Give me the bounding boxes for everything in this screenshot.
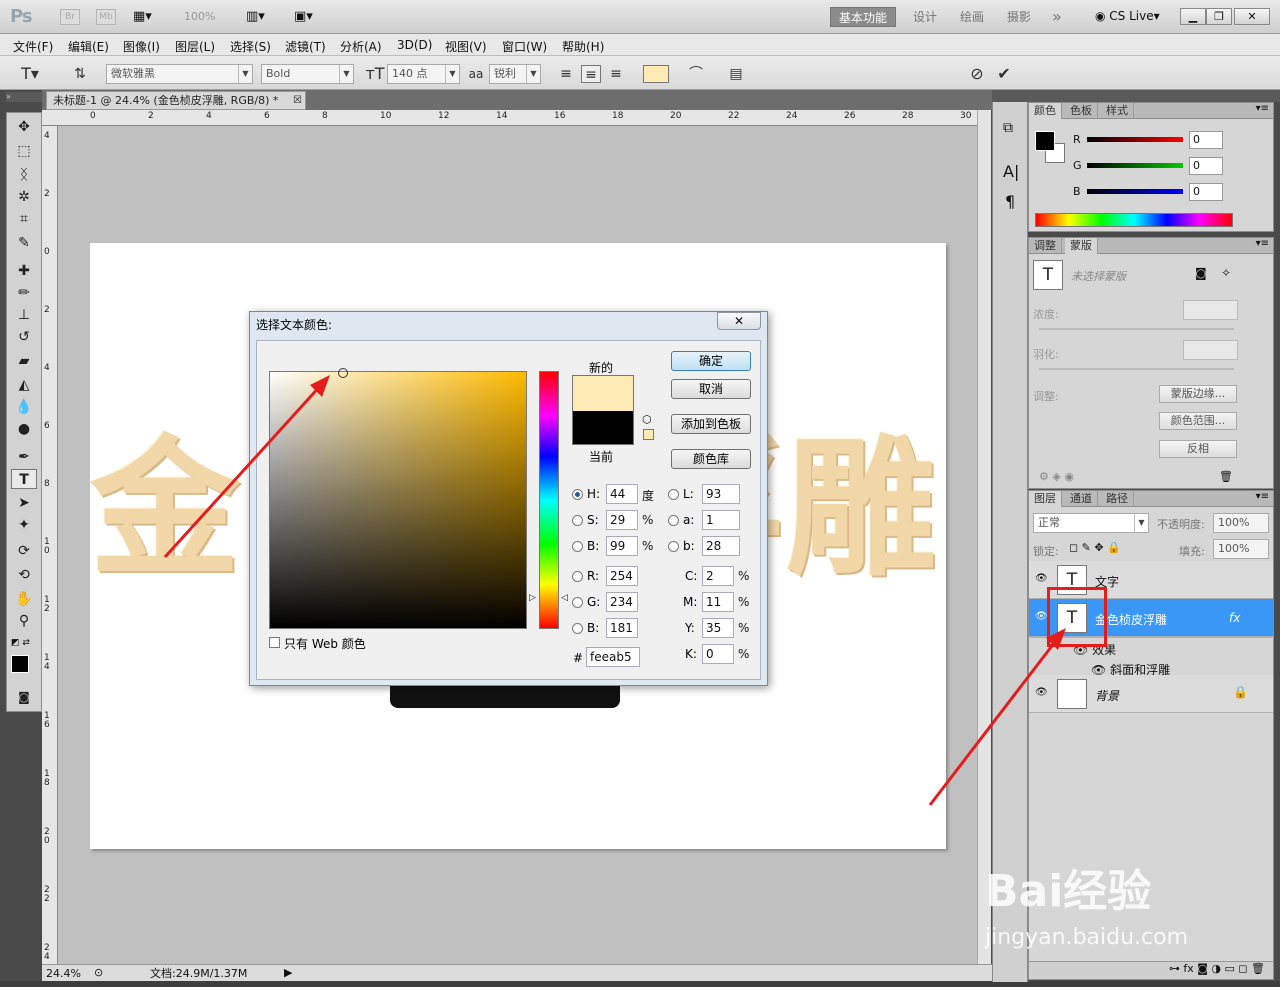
arrow-head-icon: [1046, 628, 1066, 650]
watermark-url: jingyan.baidu.com: [985, 925, 1189, 950]
fg-color-swatch[interactable]: [1035, 131, 1055, 151]
annotation-arrows: [163, 375, 1066, 806]
arrow-to-color-field: [163, 382, 324, 559]
arrow-to-layer-thumb: [928, 637, 1060, 806]
watermark-logo: Bai经验: [985, 866, 1152, 917]
